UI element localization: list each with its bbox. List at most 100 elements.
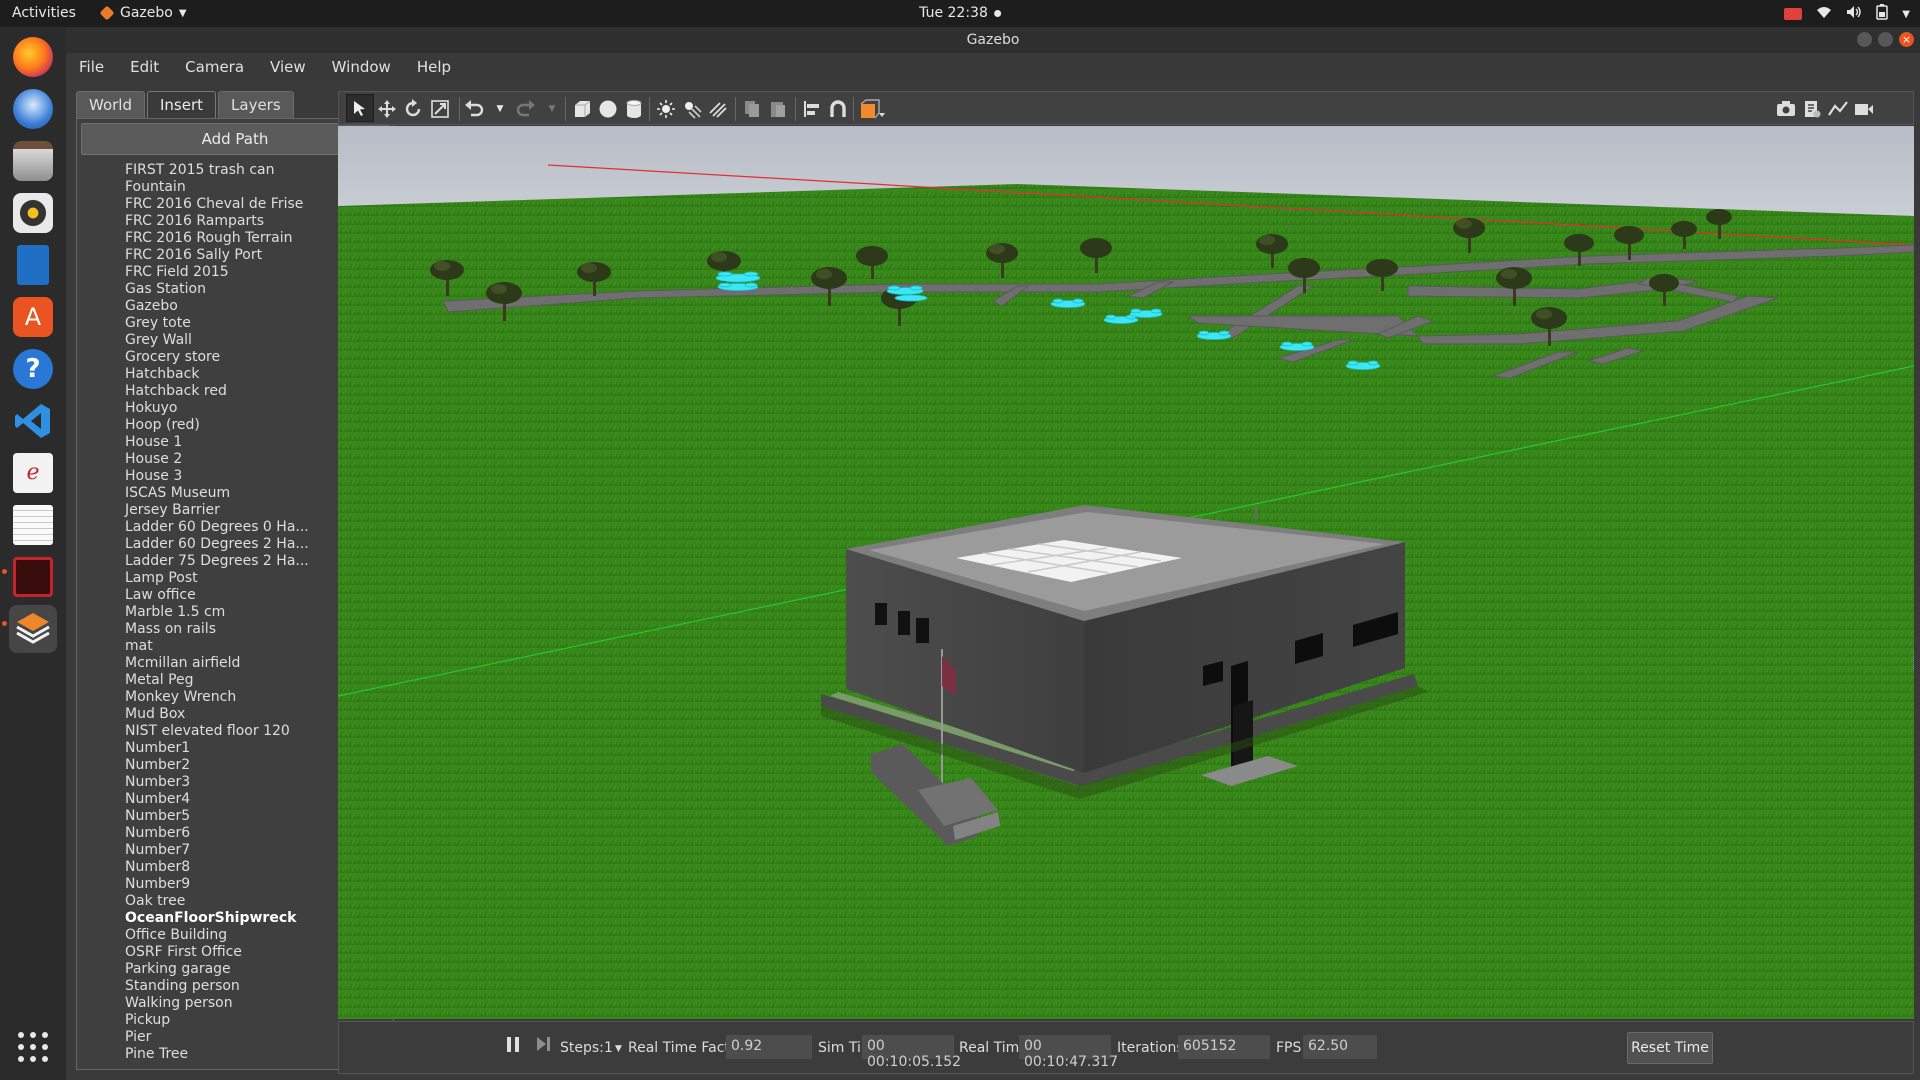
tab-insert[interactable]: Insert — [147, 91, 217, 118]
model-list-item[interactable]: Number2 — [78, 757, 378, 774]
vscode-dock-item[interactable] — [9, 397, 57, 445]
model-list-item[interactable]: Pine Tree — [78, 1046, 378, 1063]
model-list-item[interactable]: Monkey Wrench — [78, 689, 378, 706]
model-list-item[interactable]: Number8 — [78, 859, 378, 876]
model-list-item[interactable]: Fountain — [78, 179, 378, 196]
snap-icon[interactable] — [827, 98, 849, 120]
rhythmbox-dock-item[interactable] — [9, 189, 57, 237]
model-list-item[interactable]: Jersey Barrier — [78, 502, 378, 519]
redo-icon[interactable] — [515, 98, 537, 120]
model-list-item[interactable]: Office Building — [78, 927, 378, 944]
directional-light-icon[interactable] — [707, 98, 729, 120]
log-icon[interactable] — [1801, 98, 1823, 120]
model-list-item[interactable]: Gazebo — [78, 298, 378, 315]
model-list-item[interactable]: Number6 — [78, 825, 378, 842]
model-list-item[interactable]: Ladder 60 Degrees 0 Ha... — [78, 519, 378, 536]
spot-light-icon[interactable] — [681, 98, 703, 120]
rotate-icon[interactable] — [402, 98, 424, 120]
menu-help[interactable]: Help — [404, 53, 464, 81]
writer-dock-item[interactable] — [9, 241, 57, 289]
menu-edit[interactable]: Edit — [117, 53, 172, 81]
menu-window[interactable]: Window — [319, 53, 404, 81]
text-editor-dock-item[interactable] — [9, 501, 57, 549]
tab-world[interactable]: World — [76, 91, 145, 118]
model-list[interactable]: FIRST 2015 trash can Fountain FRC 2016 Che… — [78, 162, 378, 1067]
model-list-item[interactable]: House 3 — [78, 468, 378, 485]
model-list-item[interactable]: Parking garage — [78, 961, 378, 978]
show-applications-icon[interactable] — [18, 1032, 48, 1062]
model-list-item[interactable]: Number4 — [78, 791, 378, 808]
app-menu[interactable]: Gazebo ▼ — [99, 5, 187, 21]
record-video-icon[interactable] — [1853, 98, 1875, 120]
gazebo-dock-item[interactable] — [9, 605, 57, 653]
model-list-item[interactable]: FIRST 2015 trash can — [78, 162, 378, 179]
model-list-item[interactable]: Mcmillan airfield — [78, 655, 378, 672]
copy-icon[interactable] — [741, 98, 763, 120]
model-list-item[interactable]: Number3 — [78, 774, 378, 791]
model-list-item[interactable]: Pickup — [78, 1012, 378, 1029]
maximize-icon[interactable] — [1878, 32, 1893, 47]
model-list-item[interactable]: Ladder 60 Degrees 2 Ha... — [78, 536, 378, 553]
redo-dropdown-icon[interactable]: ▼ — [541, 98, 563, 120]
model-list-item[interactable]: ISCAS Museum — [78, 485, 378, 502]
menu-view[interactable]: View — [257, 53, 319, 81]
model-list-item[interactable]: OceanFloorShipwreck — [78, 910, 378, 927]
system-tray[interactable]: ▼ — [1784, 4, 1910, 24]
model-list-item[interactable]: Standing person — [78, 978, 378, 995]
step-icon[interactable] — [535, 1034, 553, 1058]
model-list-item[interactable]: Grocery store — [78, 349, 378, 366]
model-list-item[interactable]: Grey tote — [78, 315, 378, 332]
model-list-item[interactable]: Pier — [78, 1029, 378, 1046]
undo-icon[interactable] — [463, 98, 485, 120]
model-list-item[interactable]: NIST elevated floor 120 — [78, 723, 378, 740]
model-list-item[interactable]: Ladder 75 Degrees 2 Ha... — [78, 553, 378, 570]
model-list-item[interactable]: OSRF First Office — [78, 944, 378, 961]
model-list-item[interactable]: Law office — [78, 587, 378, 604]
model-list-item[interactable]: Number7 — [78, 842, 378, 859]
box-icon[interactable] — [571, 98, 593, 120]
scene-viewport[interactable] — [338, 126, 1914, 1019]
help-dock-item[interactable]: ? — [9, 345, 57, 393]
model-list-item[interactable]: Hokuyo — [78, 400, 378, 417]
right-panel-handle[interactable] — [1913, 651, 1916, 671]
close-icon[interactable]: × — [1899, 32, 1914, 47]
thunderbird-dock-item[interactable] — [9, 85, 57, 133]
undo-dropdown-icon[interactable]: ▼ — [489, 98, 511, 120]
select-icon[interactable] — [346, 94, 374, 122]
cylinder-icon[interactable] — [623, 98, 645, 120]
model-list-item[interactable]: House 1 — [78, 434, 378, 451]
paste-icon[interactable] — [767, 98, 789, 120]
align-icon[interactable] — [801, 98, 823, 120]
model-list-item[interactable]: FRC 2016 Sally Port — [78, 247, 378, 264]
model-list-item[interactable]: FRC 2016 Rough Terrain — [78, 230, 378, 247]
plot-icon[interactable] — [1827, 98, 1849, 120]
model-list-item[interactable]: Hatchback red — [78, 383, 378, 400]
model-list-item[interactable]: FRC 2016 Cheval de Frise — [78, 196, 378, 213]
model-list-item[interactable]: Grey Wall — [78, 332, 378, 349]
model-list-item[interactable]: Gas Station — [78, 281, 378, 298]
sphere-icon[interactable] — [597, 98, 619, 120]
menu-camera[interactable]: Camera — [172, 53, 257, 81]
files-dock-item[interactable] — [9, 137, 57, 185]
point-light-icon[interactable] — [655, 98, 677, 120]
window-titlebar[interactable]: Gazebo × — [66, 27, 1920, 53]
model-list-item[interactable]: Oak tree — [78, 893, 378, 910]
model-list-item[interactable]: FRC 2016 Ramparts — [78, 213, 378, 230]
software-dock-item[interactable]: A — [9, 293, 57, 341]
translate-icon[interactable] — [376, 98, 398, 120]
model-list-item[interactable]: Number1 — [78, 740, 378, 757]
firefox-dock-item[interactable] — [9, 33, 57, 81]
activities-button[interactable]: Activities — [12, 5, 76, 21]
clock[interactable]: Tue 22:38 — [919, 5, 1001, 21]
minimize-icon[interactable] — [1857, 32, 1872, 47]
model-list-item[interactable]: Number9 — [78, 876, 378, 893]
steps-dropdown-icon[interactable]: ▼ — [615, 1044, 622, 1054]
model-list-item[interactable]: Mass on rails — [78, 621, 378, 638]
tab-layers[interactable]: Layers — [218, 91, 294, 118]
model-list-item[interactable]: FRC Field 2015 — [78, 264, 378, 281]
terminal-dock-item[interactable] — [9, 553, 57, 601]
steps-value[interactable]: 1 — [604, 1040, 613, 1056]
view-angle-icon[interactable] — [857, 98, 887, 120]
scale-icon[interactable] — [429, 98, 451, 120]
model-list-item[interactable]: Marble 1.5 cm — [78, 604, 378, 621]
